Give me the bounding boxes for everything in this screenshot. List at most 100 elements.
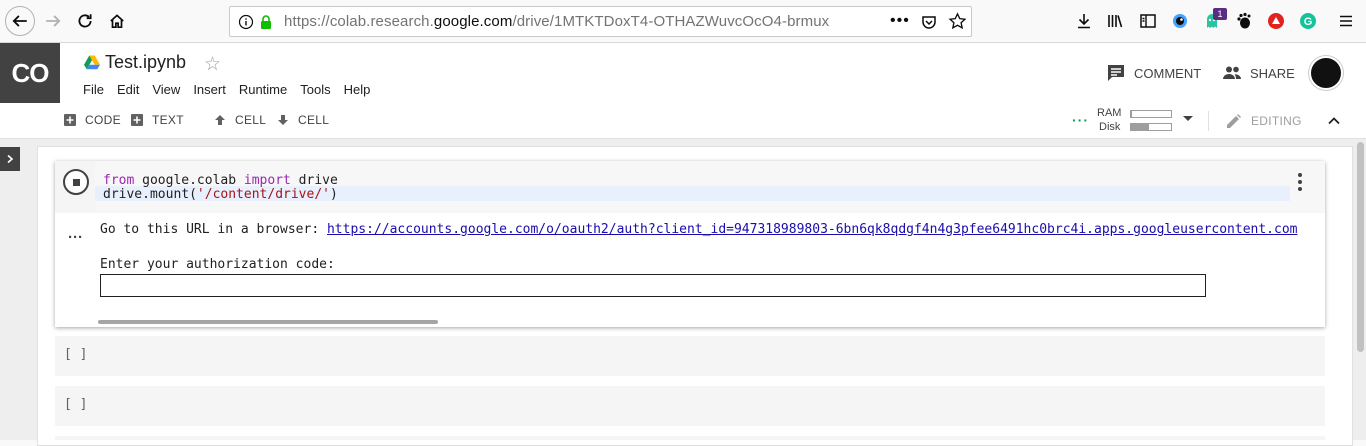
browser-toolbar: https://colab.research.google.com/drive/… [0,0,1366,43]
menu-view[interactable]: View [152,82,180,97]
drive-icon [84,55,100,70]
url-prefix: https://colab.research. [284,13,434,30]
runtime-dropdown-icon[interactable] [1183,116,1193,121]
lock-icon [261,15,271,29]
move-cell-down-button[interactable]: CELL [277,113,329,127]
ram-usage-bar[interactable] [1130,110,1172,118]
avatar[interactable] [1309,56,1343,90]
menu-edit[interactable]: Edit [117,82,139,97]
library-icon[interactable] [1105,11,1125,31]
arrow-down-icon [278,115,288,125]
disk-usage-bar[interactable] [1130,123,1172,131]
add-text-label: TEXT [152,113,184,127]
add-text-button[interactable]: TEXT [131,113,184,127]
forward-button[interactable] [38,6,68,36]
reload-button[interactable] [70,6,100,36]
editing-mode-button[interactable]: EDITING [1225,112,1302,130]
add-icon [64,114,76,126]
comment-label: COMMENT [1134,65,1202,81]
url-path: /drive/1MTKTDoxT4-OTHAZWuvcOcO4-brmux [512,13,830,30]
keyword-import: import [243,173,291,188]
svg-text:G: G [1304,16,1313,28]
add-icon [131,114,143,126]
share-label: SHARE [1250,65,1295,81]
notebook-toolbar: CODE TEXT CELL CELL ··· RAM Disk EDITING [0,103,1366,139]
stop-icon [72,178,80,186]
bookmark-star-icon[interactable] [948,12,967,31]
stop-execution-button[interactable] [63,169,89,195]
notebook-title[interactable]: Test.ipynb [105,52,186,73]
arrow-up-icon [215,115,225,125]
url-text: https://colab.research.google.com/drive/… [284,13,869,30]
url-bar[interactable]: https://colab.research.google.com/drive/… [229,6,972,37]
share-button[interactable]: SHARE [1222,63,1295,83]
move-cell-up-label: CELL [235,113,267,127]
execution-count: [ ] [64,397,88,412]
page-actions-icon[interactable]: ••• [890,12,910,30]
add-code-label: CODE [85,113,121,127]
gnome-foot-icon[interactable] [1234,11,1254,31]
comment-button[interactable]: COMMENT [1106,63,1201,83]
code-cell-empty[interactable] [55,436,1325,440]
import-name: drive [290,173,338,188]
extension-icon-1[interactable] [1170,11,1190,31]
forward-arrow-icon [46,15,61,27]
output-url-line: Go to this URL in a browser: https://acc… [100,222,1298,237]
output-menu-icon[interactable]: ··· [68,229,83,246]
disk-usage-fill [1131,124,1149,130]
code-line-2: drive.mount('/content/drive/') [103,187,338,202]
colab-header: CO Test.ipynb ☆ File Edit View Insert Ru… [0,43,1366,103]
extension-icon-3[interactable] [1266,11,1286,31]
add-code-button[interactable]: CODE [64,113,121,127]
home-button[interactable] [102,6,132,36]
downloads-icon[interactable] [1074,11,1094,31]
grammarly-icon[interactable]: G [1298,11,1318,31]
code-cell-active[interactable]: from google.colab import drive drive.mou… [55,161,1325,327]
auth-code-prompt: Enter your authorization code: [100,257,335,272]
colab-logo[interactable]: CO [0,43,60,103]
oauth-link[interactable]: https://accounts.google.com/o/oauth2/aut… [327,222,1298,237]
move-cell-up-button[interactable]: CELL [214,113,266,127]
star-icon[interactable]: ☆ [204,53,221,76]
code-cell-empty[interactable]: [ ] [55,386,1325,426]
module-name: google.colab [134,173,244,188]
back-arrow-icon [12,15,27,27]
auth-code-input[interactable] [100,274,1206,297]
pocket-icon[interactable] [920,13,938,31]
connected-status-icon: ··· [1072,112,1089,128]
move-cell-down-label: CELL [298,113,330,127]
menu-insert[interactable]: Insert [193,82,226,97]
editing-label: EDITING [1251,114,1302,128]
keyword-from: from [103,173,135,188]
hamburger-menu-icon[interactable] [1336,11,1356,31]
horizontal-scrollbar[interactable] [98,320,438,324]
menu-help[interactable]: Help [344,82,371,97]
back-button[interactable] [5,6,35,36]
execution-count: [ ] [64,347,88,362]
menu-runtime[interactable]: Runtime [239,82,287,97]
code-editor[interactable]: from google.colab import drive drive.mou… [95,161,1325,213]
info-icon[interactable] [238,14,254,30]
url-domain: google.com [433,13,513,30]
vertical-scrollbar[interactable] [1357,142,1364,352]
code-cell-empty[interactable]: [ ] [55,336,1325,376]
disk-label: Disk [1099,121,1121,133]
menu-file[interactable]: File [83,82,104,97]
run-gutter [55,161,95,213]
menu-tools[interactable]: Tools [300,82,330,97]
toolbar-divider [1208,111,1209,131]
reload-icon [78,14,92,28]
string-literal: '/content/drive/' [196,187,330,202]
cell-more-options-icon[interactable] [1298,171,1302,192]
menu-bar: File Edit View Insert Runtime Tools Help [83,82,383,97]
call-prefix: drive.mount( [103,187,197,202]
url-fade [830,9,875,35]
collapse-header-icon[interactable] [1326,113,1342,129]
sidebar-icon[interactable] [1138,11,1158,31]
pencil-icon [1227,114,1241,128]
toggle-sidebar-button[interactable] [0,147,20,171]
ram-label: RAM [1097,107,1122,119]
people-icon [1223,66,1241,79]
home-icon [110,14,124,29]
chevron-right-icon [7,154,14,164]
